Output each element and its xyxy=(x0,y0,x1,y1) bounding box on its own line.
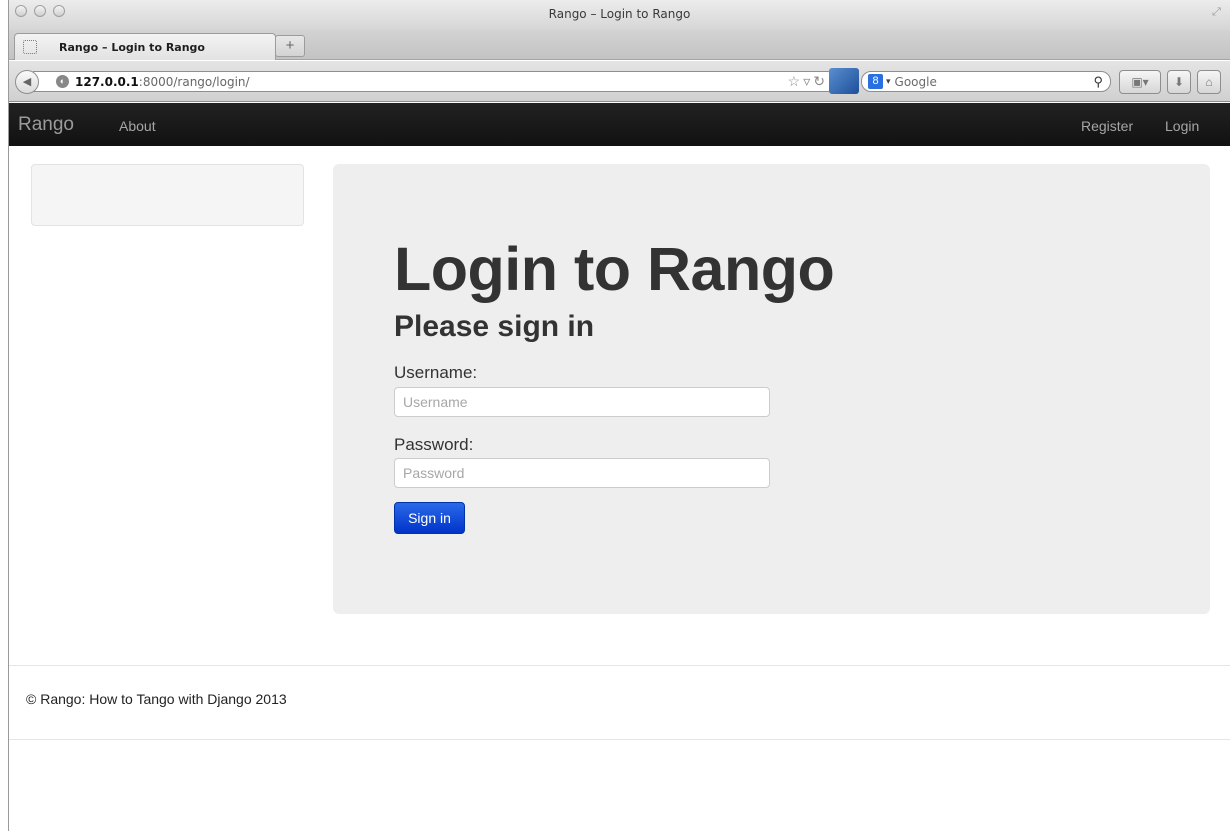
new-tab-button[interactable]: + xyxy=(275,35,305,57)
google-icon[interactable]: 8 xyxy=(868,74,883,89)
reload-icon[interactable]: ↻ xyxy=(813,73,828,89)
url-path: :8000/rango/login/ xyxy=(138,74,250,89)
username-input[interactable] xyxy=(394,387,770,417)
username-label: Username: xyxy=(394,363,478,382)
url-host: 127.0.0.1 xyxy=(75,74,139,89)
bookmarks-icon: ▣▾ xyxy=(1131,75,1149,89)
extension-icon[interactable] xyxy=(829,68,859,94)
sign-in-button[interactable]: Sign in xyxy=(394,502,465,534)
site-brand[interactable]: Rango xyxy=(18,114,74,136)
tab-login[interactable]: Rango – Login to Rango xyxy=(14,33,276,60)
fullscreen-icon[interactable]: ⤢ xyxy=(1212,6,1224,18)
nav-link-login[interactable]: Login xyxy=(1165,118,1199,134)
search-engine-caret-icon[interactable]: ▾ xyxy=(886,76,891,87)
globe-icon: ◐ xyxy=(56,75,69,88)
tab-title: Rango – Login to Rango xyxy=(59,40,205,54)
footer-copyright: © Rango: How to Tango with Django 2013 xyxy=(26,691,287,707)
back-button[interactable]: ◀ xyxy=(15,70,39,94)
password-label: Password: xyxy=(394,435,474,454)
page-title: Login to Rango xyxy=(394,235,835,303)
window-title: Rango – Login to Rango xyxy=(548,7,691,21)
browser-toolbar: ◐ 127.0.0.1:8000/rango/login/ ☆▿↻ ◀ 8 ▾ … xyxy=(9,61,1230,102)
url-text: 127.0.0.1:8000/rango/login/ xyxy=(75,75,250,89)
search-placeholder: Google xyxy=(894,74,937,89)
title-bar: Rango – Login to Rango ⤢ xyxy=(9,0,1230,30)
page-favicon-icon xyxy=(23,40,37,54)
bookmarks-button[interactable]: ▣▾ xyxy=(1119,70,1161,94)
url-actions: ☆▿↻ xyxy=(788,73,828,90)
tab-strip: Rango – Login to Rango + xyxy=(9,30,1230,60)
footer-top-divider xyxy=(9,665,1230,666)
sidebar-well xyxy=(31,164,304,226)
back-arrow-icon: ◀ xyxy=(22,76,32,88)
footer-bottom-divider xyxy=(9,739,1230,740)
site-navbar: Rango About Register Login xyxy=(9,103,1230,146)
search-box[interactable]: 8 ▾ Google ⚲ xyxy=(861,71,1111,92)
address-bar[interactable]: ◐ 127.0.0.1:8000/rango/login/ ☆▿↻ xyxy=(33,71,837,92)
magnify-icon[interactable]: ⚲ xyxy=(1093,74,1103,90)
password-input[interactable] xyxy=(394,458,770,488)
nav-link-register[interactable]: Register xyxy=(1081,118,1133,134)
dropdown-arrow-icon[interactable]: ▿ xyxy=(803,73,813,89)
home-icon: ⌂ xyxy=(1205,75,1213,89)
page-subtitle: Please sign in xyxy=(394,310,595,343)
login-hero: Login to Rango Please sign in Username: … xyxy=(333,164,1210,614)
download-button[interactable]: ⬇ xyxy=(1167,70,1191,94)
bookmark-star-icon[interactable]: ☆ xyxy=(788,73,804,89)
page-content: Rango About Register Login Login to Rang… xyxy=(9,103,1230,831)
home-button[interactable]: ⌂ xyxy=(1197,70,1221,94)
nav-link-about[interactable]: About xyxy=(119,118,156,134)
browser-window: Rango – Login to Rango ⤢ Rango – Login t… xyxy=(8,0,1230,831)
download-icon: ⬇ xyxy=(1173,75,1185,89)
